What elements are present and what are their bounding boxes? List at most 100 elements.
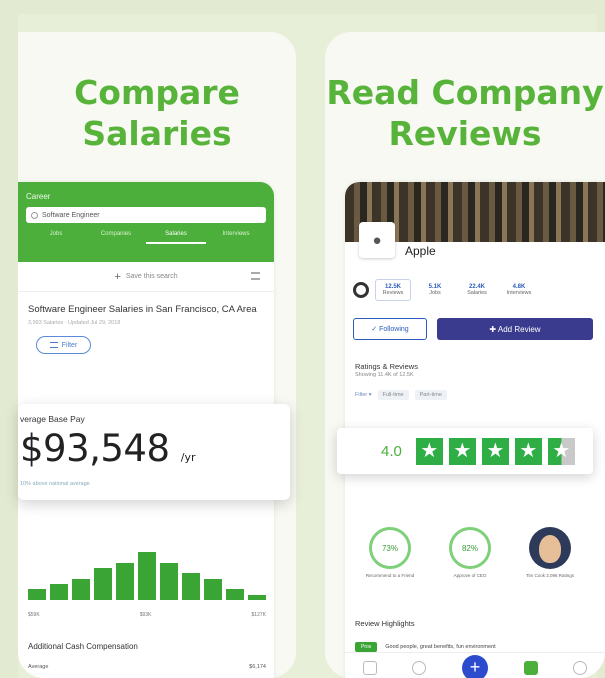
search-icon: [31, 211, 38, 219]
header-category: Career: [26, 192, 51, 201]
bottom-nav: +: [345, 652, 605, 678]
histogram-bar: [182, 573, 200, 600]
salary-page-title: Software Engineer Salaries in San Franci…: [28, 304, 257, 315]
headline-line-1: Compare: [74, 73, 240, 112]
histogram-bar: [72, 578, 90, 600]
add-review-button[interactable]: ✚ Add Review: [437, 318, 593, 340]
stat-interviews[interactable]: 4.8K Interviews: [501, 280, 537, 300]
rating-score: 4.0: [381, 442, 402, 460]
heart-icon[interactable]: [412, 660, 427, 675]
metric-ceo-approval: 82% Approve of CEO: [445, 527, 495, 579]
following-button[interactable]: ✓ Following: [353, 318, 427, 340]
base-pay-unit: /yr: [180, 451, 196, 464]
ceo-approval-ring: 82%: [449, 527, 491, 569]
home-icon[interactable]: [362, 660, 377, 675]
star-icon: ★: [481, 437, 509, 465]
compare-salaries-headline: Compare Salaries: [18, 72, 296, 154]
company-actions: ✓ Following ✚ Add Review: [353, 318, 593, 340]
filter-button[interactable]: Filter: [36, 336, 91, 354]
filter-icon: [49, 342, 58, 348]
star-icon: ★: [415, 437, 443, 465]
stat-label: Reviews: [382, 290, 404, 296]
read-reviews-panel: Read Company Reviews ● Apple 12.5K Revie…: [325, 32, 605, 678]
histogram-bar: [94, 568, 112, 600]
review-filter-button[interactable]: Filter ▾: [355, 392, 372, 398]
stat-salaries[interactable]: 22.4K Salaries: [459, 280, 495, 300]
chip-full-time[interactable]: Full-time: [377, 390, 409, 400]
search-value: Software Engineer: [42, 211, 100, 219]
cash-average-label: Average: [28, 664, 49, 670]
tab-companies[interactable]: Companies: [86, 231, 146, 244]
review-filters: Filter ▾ Full-time Part-time: [355, 390, 447, 400]
save-search-label: Save this search: [125, 273, 178, 280]
histogram-bar: [50, 584, 68, 600]
compare-salaries-panel: Compare Salaries Career Software Enginee…: [18, 32, 296, 678]
stat-label: Interviews: [506, 290, 532, 296]
search-input[interactable]: Software Engineer: [26, 207, 266, 223]
tab-jobs[interactable]: Jobs: [26, 231, 86, 244]
histogram-high-label: $127K: [251, 612, 266, 618]
additional-cash-title: Additional Cash Compensation: [28, 642, 138, 651]
histogram-bar: [138, 552, 156, 600]
plus-icon: +: [114, 270, 121, 283]
histogram-bar: [116, 562, 134, 600]
pros-badge: Pros: [355, 642, 378, 652]
cash-average-value: $6,174: [249, 664, 266, 670]
cash-average-row: Average $6,174: [28, 664, 266, 670]
stat-label: Salaries: [467, 290, 487, 296]
add-icon[interactable]: +: [461, 654, 488, 678]
histogram-bar: [28, 589, 46, 600]
rating-stars-card: 4.0 ★ ★ ★ ★ ★: [337, 428, 593, 474]
jobs-icon[interactable]: [523, 660, 538, 675]
headline-line-1: Read Company: [326, 73, 604, 112]
base-pay-label: verage Base Pay: [20, 414, 85, 424]
histogram-bar: [226, 589, 244, 600]
star-icon: ★: [547, 437, 575, 465]
ratings-reviews-title: Ratings & Reviews: [355, 362, 418, 371]
ceo-caption: Tim Cook 2,096 Ratings: [525, 573, 575, 578]
metric-recommend: 73% Recommend to a Friend: [365, 527, 415, 579]
histogram-avg-label: $93K: [139, 612, 152, 618]
base-pay-amount: $93,548 /yr: [20, 428, 290, 479]
base-pay-value: $93,548: [20, 427, 170, 470]
star-icon: ★: [448, 437, 476, 465]
tab-bar: Jobs Companies Salaries Interviews: [26, 231, 266, 244]
histogram-axis: $59K $93K $127K: [28, 612, 266, 618]
histogram-bar: [204, 578, 222, 600]
filter-label: Filter: [61, 341, 78, 349]
headline-line-2: Reviews: [388, 114, 542, 153]
highlight-row: Pros Good people, great benefits, fun en…: [355, 642, 525, 652]
histogram-low-label: $59K: [28, 612, 40, 618]
tab-interviews[interactable]: Interviews: [206, 231, 266, 244]
app-header: Career Software Engineer Jobs Companies …: [18, 182, 274, 262]
stat-reviews[interactable]: 12.5K Reviews: [375, 279, 411, 301]
histogram-bar: [248, 594, 266, 600]
headline-line-2: Salaries: [82, 114, 232, 153]
stat-label: Jobs: [429, 290, 441, 296]
company-name: Apple: [405, 244, 436, 258]
salary-histogram: $59K $93K $127K: [28, 540, 266, 618]
recommend-ring: 73%: [369, 527, 411, 569]
tab-salaries[interactable]: Salaries: [146, 231, 206, 244]
read-reviews-headline: Read Company Reviews: [325, 72, 605, 154]
save-search-button[interactable]: + Save this search: [18, 262, 274, 292]
star-icon: ★: [514, 437, 542, 465]
histogram-bar: [160, 562, 178, 600]
list-icon[interactable]: [251, 272, 260, 280]
average-base-pay-card: verage Base Pay $93,548 /yr 10% above na…: [18, 404, 290, 500]
ceo-approval-caption: Approve of CEO: [453, 573, 487, 578]
company-stats-row: 12.5K Reviews 5.1K Jobs 22.4K Salaries 4…: [353, 272, 605, 308]
stat-jobs[interactable]: 5.1K Jobs: [417, 280, 453, 300]
apple-logo-icon: ●: [359, 222, 395, 258]
ratings-reviews-subtitle: Showing 11.4K of 12.5K: [355, 372, 414, 378]
profile-icon[interactable]: [573, 660, 588, 675]
base-pay-note: 10% above national average: [20, 481, 90, 487]
company-metrics: 73% Recommend to a Friend 82% Approve of…: [365, 527, 575, 579]
chip-part-time[interactable]: Part-time: [414, 390, 447, 400]
ceo-avatar: [529, 527, 571, 569]
review-highlights-title: Review Highlights: [355, 619, 415, 628]
metric-ceo: Tim Cook 2,096 Ratings: [525, 527, 575, 579]
company-badge-icon: [353, 282, 369, 298]
salary-subtitle: 3,993 Salaries · Updated Jul 29, 2018: [28, 320, 121, 326]
recommend-caption: Recommend to a Friend: [365, 573, 415, 578]
